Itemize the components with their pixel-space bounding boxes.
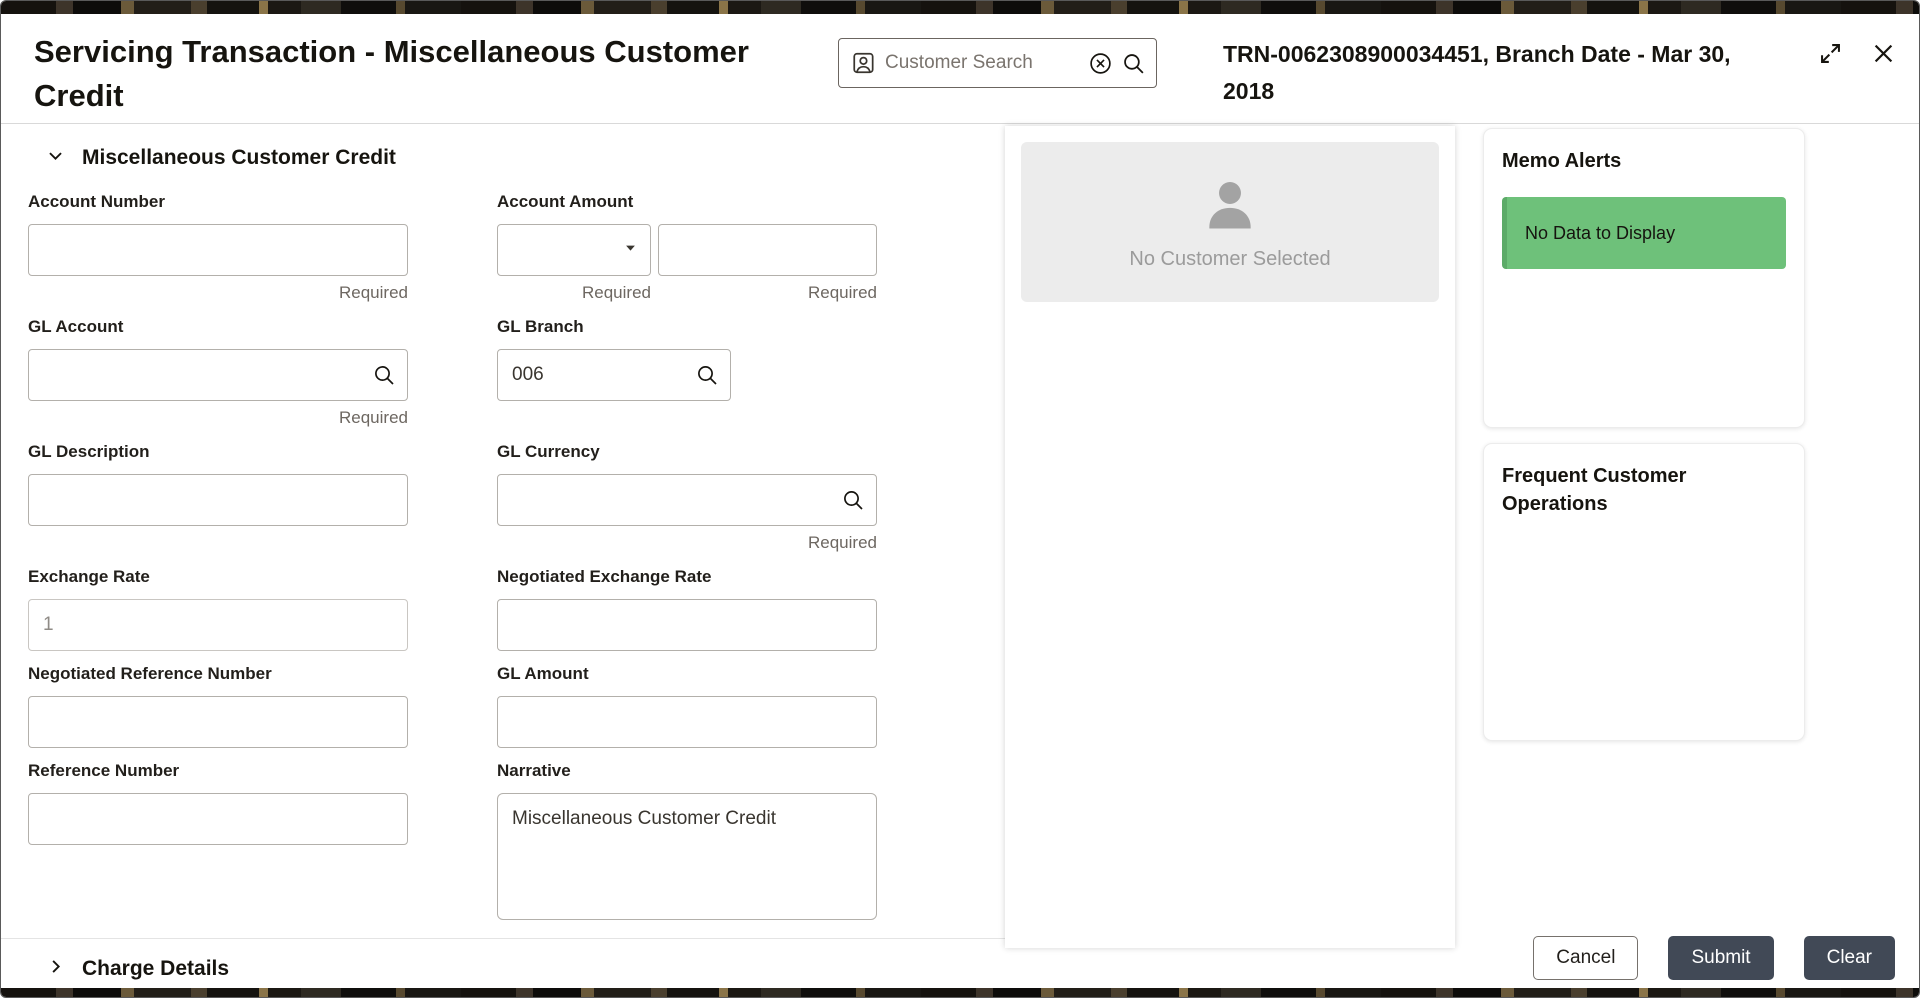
section-header-charge-details[interactable]: Charge Details [1,938,1005,997]
close-icon[interactable] [1870,40,1897,67]
gl-amount-label: GL Amount [497,664,589,683]
account-number-input[interactable] [28,224,408,276]
customer-search-box[interactable] [838,38,1157,88]
section-title: Miscellaneous Customer Credit [82,146,396,169]
account-amount-label: Account Amount [497,192,634,211]
gl-currency-required: Required [808,533,877,552]
gl-currency-search-icon[interactable] [841,488,865,517]
account-number-label: Account Number [28,192,165,211]
action-buttons: Cancel Submit Clear [1533,936,1895,980]
frequent-operations-title: Frequent Customer Operations [1502,465,1687,515]
submit-button[interactable]: Submit [1668,936,1774,980]
section-header-misc-customer-credit[interactable]: Miscellaneous Customer Credit [28,146,1005,170]
field-exchange-rate: Exchange Rate [28,567,408,651]
charge-details-title: Charge Details [82,957,230,980]
field-account-number: Account Number Required [28,192,408,304]
no-customer-text: No Customer Selected [1129,248,1331,270]
expand-icon[interactable] [1817,40,1844,67]
app-window: Servicing Transaction - Miscellaneous Cu… [0,0,1920,998]
reference-number-input[interactable] [28,793,408,845]
exchange-rate-input [28,599,408,651]
gl-account-label: GL Account [28,317,124,336]
no-customer-placeholder: No Customer Selected [1021,142,1439,302]
transaction-form: Miscellaneous Customer Credit Account Nu… [1,124,1005,988]
header: Servicing Transaction - Miscellaneous Cu… [1,14,1919,124]
exchange-rate-label: Exchange Rate [28,567,150,586]
field-gl-amount: GL Amount [497,664,877,748]
gl-description-input[interactable] [28,474,408,526]
memo-alerts-empty-badge: No Data to Display [1502,197,1786,269]
field-reference-number: Reference Number [28,761,408,925]
person-silhouette-icon [1199,173,1261,240]
field-gl-account: GL Account Required [28,317,408,429]
page-title: Servicing Transaction - Miscellaneous Cu… [34,34,749,113]
gl-account-input[interactable] [28,349,408,401]
narrative-label: Narrative [497,761,571,780]
content: Miscellaneous Customer Credit Account Nu… [1,124,1919,988]
search-icon[interactable] [1121,51,1146,76]
frequent-operations-card: Frequent Customer Operations [1483,443,1805,741]
right-panel: Memo Alerts No Data to Display Frequent … [1483,128,1805,988]
top-decorative-strip [1,1,1919,14]
account-amount-required: Required [808,283,877,302]
customer-search-person-icon [851,50,877,76]
field-narrative: Narrative Miscellaneous Customer Credit [497,761,877,925]
gl-account-search-icon[interactable] [372,363,396,392]
negotiated-reference-number-label: Negotiated Reference Number [28,664,272,683]
account-amount-currency-required: Required [582,283,651,302]
negotiated-reference-number-input[interactable] [28,696,408,748]
gl-currency-input[interactable] [497,474,877,526]
gl-branch-spacer [497,408,877,429]
field-gl-description: GL Description [28,442,408,554]
clear-button[interactable]: Clear [1803,936,1895,980]
gl-description-label: GL Description [28,442,150,461]
transaction-reference: TRN-0062308900034451, Branch Date - Mar … [1223,41,1731,104]
memo-alerts-card: Memo Alerts No Data to Display [1483,128,1805,428]
negotiated-exchange-rate-label: Negotiated Exchange Rate [497,567,712,586]
memo-alerts-title: Memo Alerts [1502,150,1622,172]
field-negotiated-exchange-rate: Negotiated Exchange Rate [497,567,877,651]
field-gl-branch: GL Branch [497,317,877,429]
form-grid: Account Number Required Account Amount R… [28,192,1005,938]
gl-currency-label: GL Currency [497,442,600,461]
chevron-right-icon [46,957,65,981]
account-amount-currency-select[interactable] [497,224,651,276]
gl-branch-search-icon[interactable] [695,363,719,392]
field-negotiated-reference-number: Negotiated Reference Number [28,664,408,748]
account-amount-input[interactable] [658,224,877,276]
narrative-textarea[interactable]: Miscellaneous Customer Credit [497,793,877,920]
negotiated-exchange-rate-input[interactable] [497,599,877,651]
dropdown-caret-icon [623,239,638,261]
gl-branch-label: GL Branch [497,317,584,336]
customer-search-input[interactable] [885,52,1080,74]
customer-panel: No Customer Selected [1005,126,1455,948]
field-account-amount: Account Amount Required Required [497,192,877,304]
account-number-required: Required [339,283,408,302]
cancel-button[interactable]: Cancel [1533,936,1639,980]
chevron-down-icon [46,146,65,170]
field-gl-currency: GL Currency Required [497,442,877,554]
window-controls [1817,40,1897,67]
gl-account-required: Required [339,408,408,427]
reference-number-label: Reference Number [28,761,180,780]
gl-description-spacer [28,533,408,554]
clear-search-icon[interactable] [1088,51,1113,76]
gl-amount-input[interactable] [497,696,877,748]
